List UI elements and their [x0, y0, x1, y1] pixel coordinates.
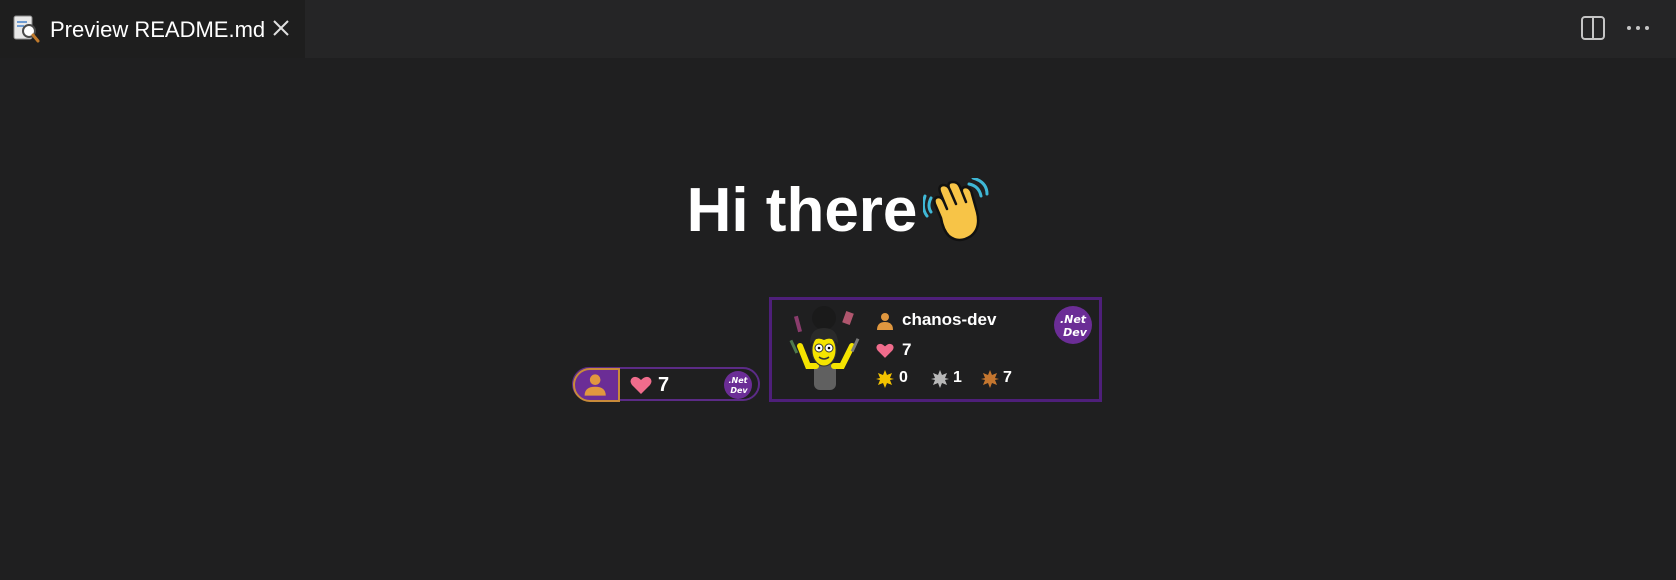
editor-tab-bar: Preview README.md [0, 0, 1676, 58]
tab-preview-readme[interactable]: Preview README.md [0, 0, 305, 58]
preview-icon [13, 15, 40, 43]
svg-text:.Net: .Net [1060, 313, 1087, 326]
readme-heading: Hi there [0, 172, 1676, 250]
mini-user-icon-block [573, 368, 620, 402]
heading-text: Hi there [686, 176, 918, 245]
tab-label: Preview README.md [50, 17, 266, 42]
bronze-medal-icon [981, 370, 999, 388]
silver-medal-icon [931, 370, 949, 388]
dotnet-dev-logo: .Net Dev [1054, 306, 1092, 344]
close-icon[interactable] [270, 17, 292, 39]
profile-likes-count: 7 [902, 340, 912, 359]
bronze-medal-count: 7 [1003, 369, 1012, 386]
user-icon [584, 374, 606, 396]
mini-likes-count: 7 [658, 374, 670, 396]
gold-medal-icon [876, 370, 894, 388]
more-actions-icon[interactable] [1624, 16, 1652, 40]
svg-text:Dev: Dev [1063, 326, 1088, 339]
heart-icon [876, 343, 894, 358]
dotnet-dev-logo: .Net Dev [724, 371, 752, 399]
user-icon [877, 313, 893, 330]
svg-text:Dev: Dev [730, 386, 748, 395]
gold-medal-count: 0 [899, 369, 908, 386]
heart-icon [630, 376, 652, 394]
profile-username[interactable]: chanos-dev [902, 310, 996, 330]
waving-hand-icon [923, 178, 989, 242]
svg-text:.Net: .Net [729, 376, 749, 385]
profile-avatar [789, 306, 860, 390]
split-editor-icon[interactable] [1580, 15, 1606, 41]
silver-medal-count: 1 [953, 369, 962, 386]
mini-likes-badge[interactable]: 7 .Net Dev [572, 367, 760, 402]
profile-card[interactable]: chanos-dev .Net Dev 7 0 1 7 [769, 297, 1102, 402]
